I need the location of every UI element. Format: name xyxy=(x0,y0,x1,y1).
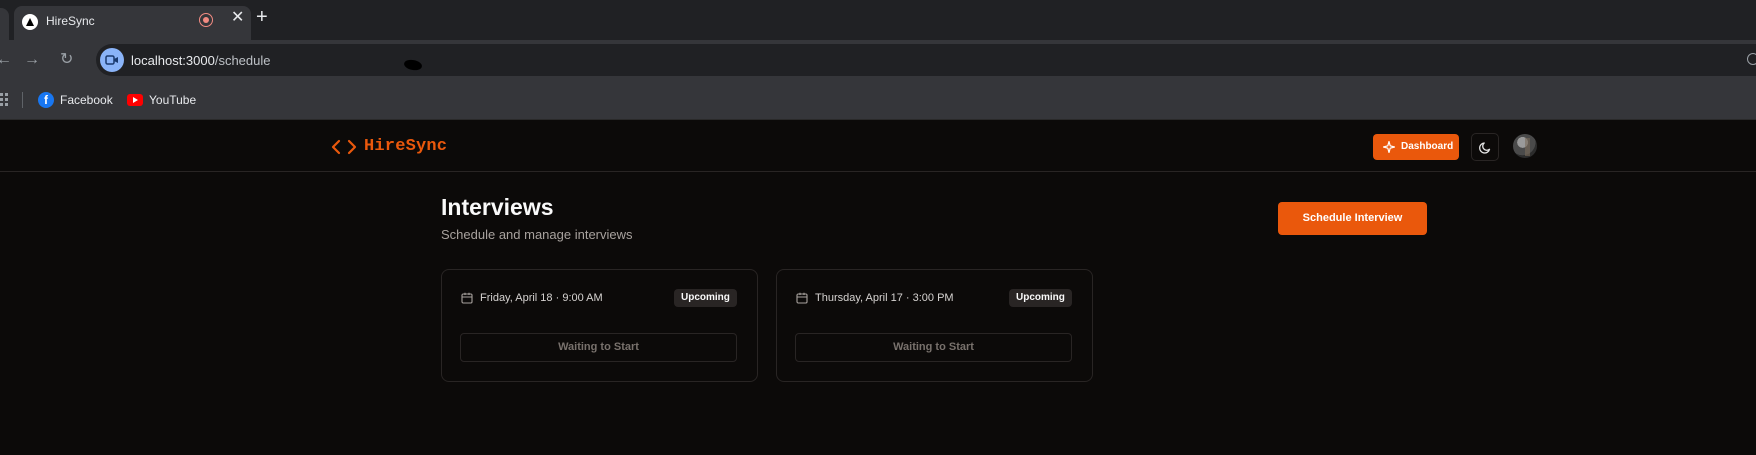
bookmark-youtube[interactable]: YouTube xyxy=(127,92,207,108)
sparkle-icon xyxy=(1383,141,1395,153)
youtube-icon xyxy=(127,94,143,106)
app-navbar: HireSync Dashboard xyxy=(0,121,1756,172)
forward-arrow-icon[interactable]: → xyxy=(24,51,40,69)
user-avatar[interactable] xyxy=(1513,134,1537,158)
code-brackets-icon xyxy=(331,139,357,155)
calendar-icon xyxy=(461,292,473,304)
tab-title: HireSync xyxy=(46,14,95,28)
bookmarks-bar: f Facebook YouTube xyxy=(0,80,1756,120)
page-title: Interviews xyxy=(441,194,554,220)
camera-site-icon[interactable] xyxy=(100,48,124,72)
interview-card: Thursday, April 17 · 3:00 PM Upcoming Wa… xyxy=(776,269,1093,382)
interview-date: Friday, April 18 · 9:00 AM xyxy=(480,292,603,304)
bookmarks-separator xyxy=(22,92,23,108)
triangle-favicon-icon xyxy=(22,14,38,30)
apps-grid-icon[interactable] xyxy=(0,93,8,107)
status-badge: Upcoming xyxy=(1009,289,1072,307)
schedule-interview-button[interactable]: Schedule Interview xyxy=(1278,202,1427,235)
dashboard-button[interactable]: Dashboard xyxy=(1373,134,1459,160)
browser-toolbar: ← → ↻ localhost:3000/schedule xyxy=(0,40,1756,80)
browser-tab-strip: HireSync ✕ + xyxy=(0,0,1756,40)
extension-icon[interactable] xyxy=(1747,53,1756,65)
facebook-icon: f xyxy=(38,92,54,108)
status-badge: Upcoming xyxy=(674,289,737,307)
theme-toggle-button[interactable] xyxy=(1471,133,1499,161)
calendar-icon xyxy=(796,292,808,304)
dashboard-label: Dashboard xyxy=(1401,141,1454,152)
bookmark-label: YouTube xyxy=(149,93,197,107)
address-bar[interactable]: localhost:3000/schedule xyxy=(96,44,1756,76)
recording-indicator-icon xyxy=(199,13,213,27)
browser-tab-active[interactable]: HireSync ✕ xyxy=(14,6,251,40)
bookmark-label: Facebook xyxy=(60,93,113,107)
waiting-to-start-button[interactable]: Waiting to Start xyxy=(795,333,1072,362)
waiting-to-start-button[interactable]: Waiting to Start xyxy=(460,333,737,362)
bookmark-facebook[interactable]: f Facebook xyxy=(38,92,118,108)
previous-tab-edge[interactable] xyxy=(0,8,9,40)
back-arrow-icon[interactable]: ← xyxy=(0,51,12,69)
app-root: HireSync Dashboard Interviews Schedule a… xyxy=(0,121,1756,455)
tab-close-icon[interactable]: ✕ xyxy=(231,10,244,26)
url-text[interactable]: localhost:3000/schedule xyxy=(131,53,271,68)
page-subtitle: Schedule and manage interviews xyxy=(441,227,633,242)
interview-date: Thursday, April 17 · 3:00 PM xyxy=(815,292,954,304)
reload-icon[interactable]: ↻ xyxy=(60,51,73,69)
new-tab-button[interactable]: + xyxy=(256,7,268,27)
moon-icon xyxy=(1479,142,1491,154)
interview-card: Friday, April 18 · 9:00 AM Upcoming Wait… xyxy=(441,269,758,382)
brand-name: HireSync xyxy=(364,137,448,156)
